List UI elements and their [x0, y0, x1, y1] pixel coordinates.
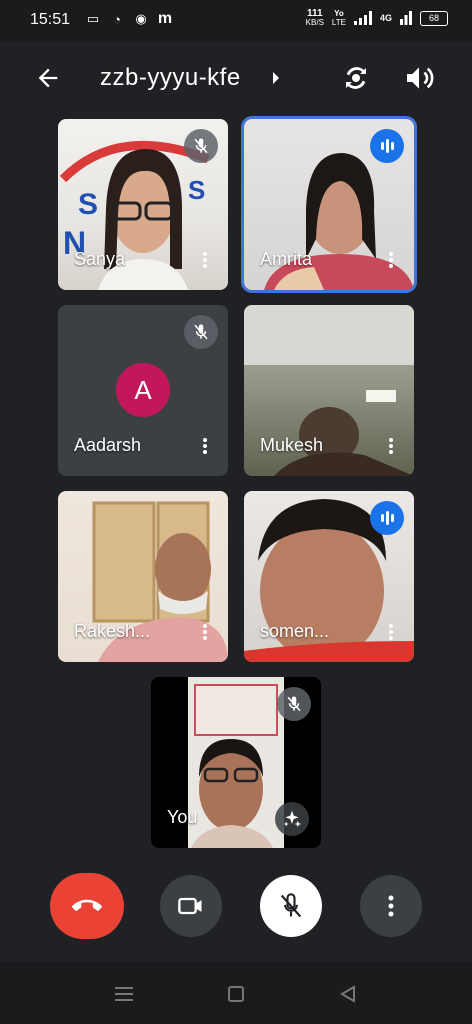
volte-indicator: Yo LTE [331, 9, 346, 27]
back-arrow-icon[interactable] [34, 64, 62, 92]
mic-toggle-button[interactable] [260, 875, 322, 937]
self-view-tile[interactable]: You [151, 677, 321, 848]
more-options-icon[interactable] [202, 436, 208, 456]
chevron-right-icon[interactable] [273, 72, 279, 84]
effects-sparkle-icon[interactable] [275, 802, 309, 836]
status-time: 15:51 [30, 11, 71, 28]
more-vert-icon [388, 895, 394, 917]
more-options-button[interactable] [360, 875, 422, 937]
battery-icon: 68 [420, 10, 448, 26]
svg-text:S: S [188, 175, 205, 205]
video-icon: ▭ [86, 11, 100, 26]
participant-tile-somen[interactable]: somen... [244, 491, 414, 662]
participant-name: Mukesh [260, 435, 324, 455]
hang-up-icon [72, 899, 102, 911]
participant-name: Aadarsh [74, 435, 142, 455]
participant-tile-sanya[interactable]: S S N Sanya [58, 119, 228, 290]
speaking-indicator-icon [370, 129, 404, 163]
more-options-icon[interactable] [388, 436, 394, 456]
mic-off-icon [184, 315, 218, 349]
call-controls [0, 873, 472, 955]
back-triangle-icon[interactable] [337, 984, 359, 1004]
participant-name: Amrita [260, 249, 313, 269]
speaker-icon[interactable] [403, 62, 435, 94]
participant-name: Rakesh... [74, 621, 151, 641]
net-speed: 111 KB/S [305, 8, 324, 28]
video-camera-icon [178, 897, 202, 915]
signal-app-icon: ◉ [135, 11, 147, 26]
status-bar: 15:51 ▭ ◔ ◉ m 111 KB/S Yo LTE 4G 68 [0, 0, 472, 42]
more-options-icon[interactable] [388, 250, 394, 270]
camera-toggle-button[interactable] [160, 875, 222, 937]
system-nav-bar [0, 962, 472, 1024]
end-call-button[interactable] [50, 873, 124, 939]
avatar: A [116, 363, 170, 417]
participant-name: somen... [260, 621, 330, 641]
svg-text:S: S [78, 188, 98, 221]
mic-off-icon [277, 687, 311, 721]
home-square-icon[interactable] [225, 984, 247, 1004]
meeting-code[interactable]: zzb-yyyu-kfe [100, 64, 241, 92]
system-indicators: 111 KB/S Yo LTE 4G 68 [306, 9, 448, 27]
participant-tile-mukesh[interactable]: Mukesh [244, 305, 414, 476]
more-options-icon[interactable] [388, 622, 394, 642]
signal-icon-2 [400, 11, 412, 25]
whatsapp-icon: ◔ [113, 11, 121, 27]
mic-off-icon [184, 129, 218, 163]
mic-off-icon [280, 893, 302, 918]
participant-tile-aadarsh[interactable]: A Aadarsh [58, 305, 228, 476]
more-options-icon[interactable] [202, 622, 208, 642]
notification-icons: ▭ ◔ ◉ m [84, 10, 174, 28]
speaking-indicator-icon [370, 501, 404, 535]
call-header: zzb-yyyu-kfe [0, 50, 472, 110]
m-app-icon: m [157, 10, 173, 27]
participant-tile-amrita[interactable]: Amrita [244, 119, 414, 290]
switch-camera-icon[interactable] [340, 62, 372, 94]
participant-name: Sanya [74, 249, 126, 269]
participant-tile-rakesh[interactable]: Rakesh... [58, 491, 228, 662]
participant-name: You [167, 807, 198, 827]
recents-menu-icon[interactable] [113, 984, 135, 1004]
network-type: 4G [379, 13, 392, 23]
more-options-icon[interactable] [202, 250, 208, 270]
signal-icon [353, 11, 372, 25]
